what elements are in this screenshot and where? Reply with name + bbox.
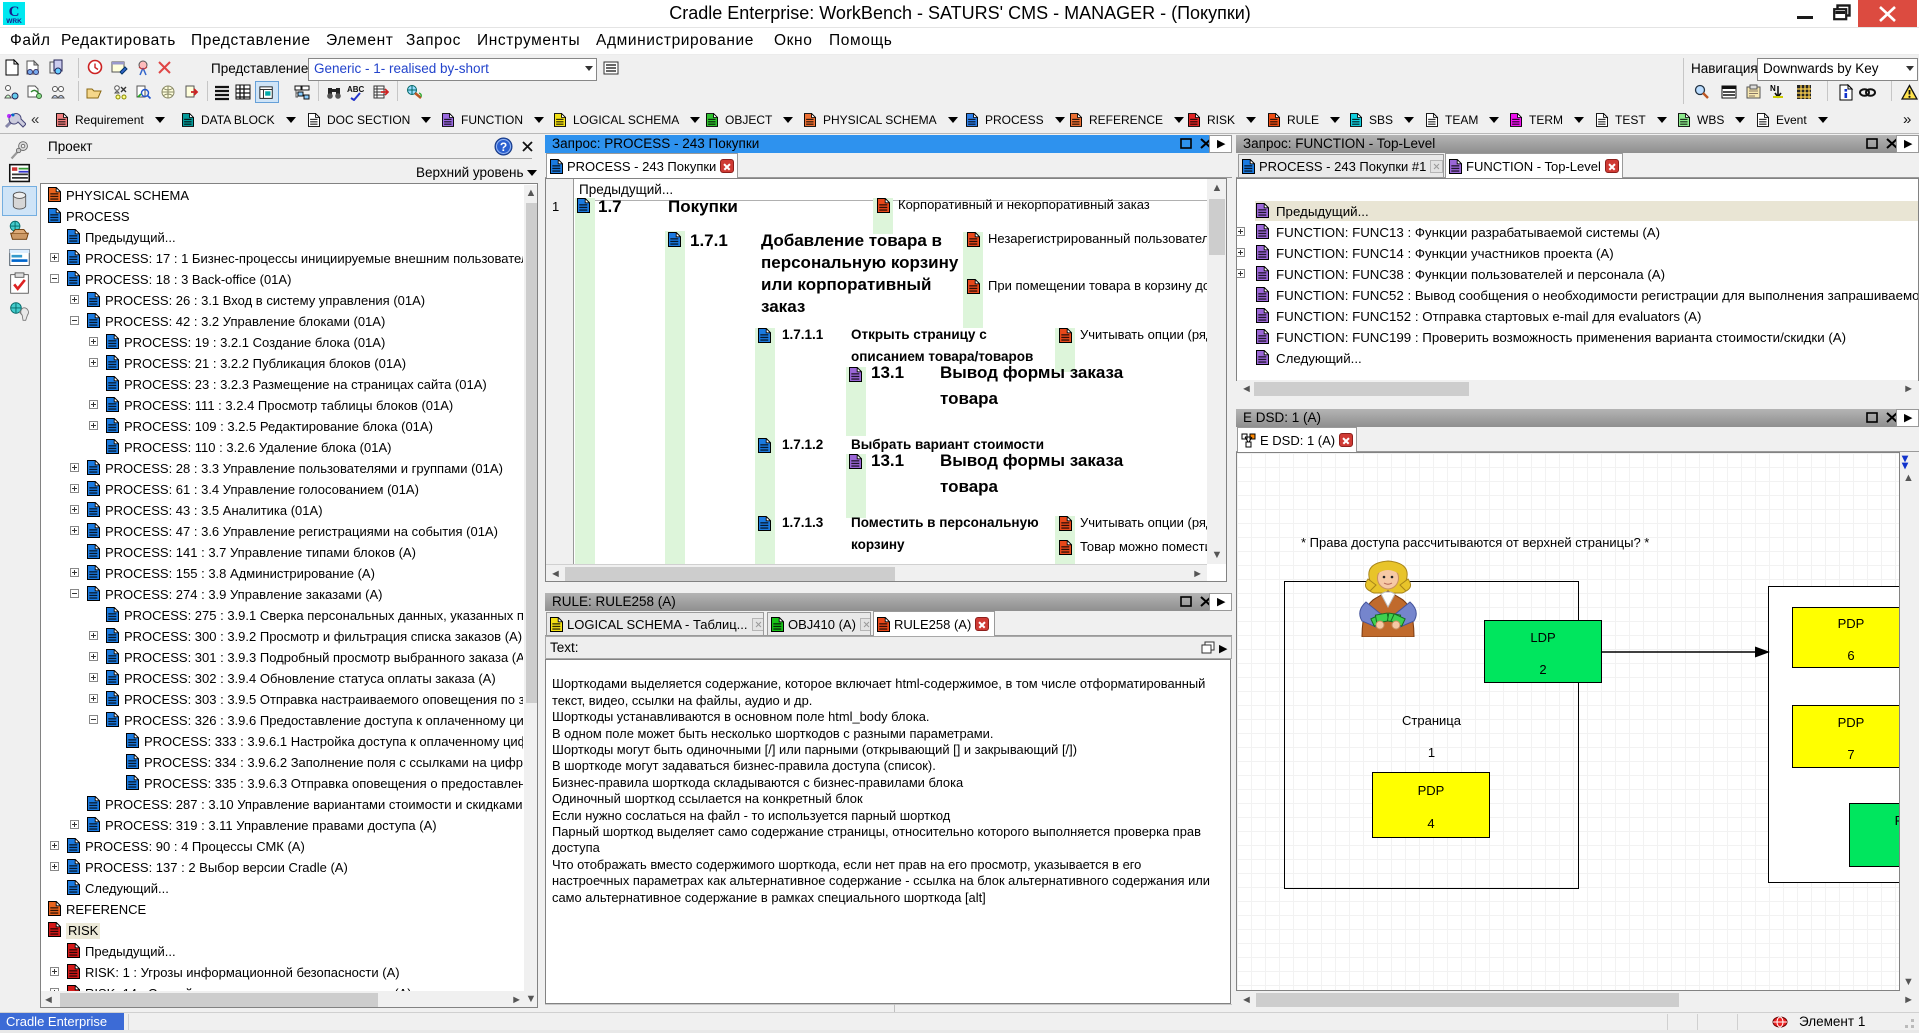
svg-text:WRK: WRK <box>6 18 22 25</box>
svg-text:?: ? <box>500 140 507 154</box>
svg-text:ABC: ABC <box>347 85 364 94</box>
svg-text:N: N <box>1770 84 1776 93</box>
